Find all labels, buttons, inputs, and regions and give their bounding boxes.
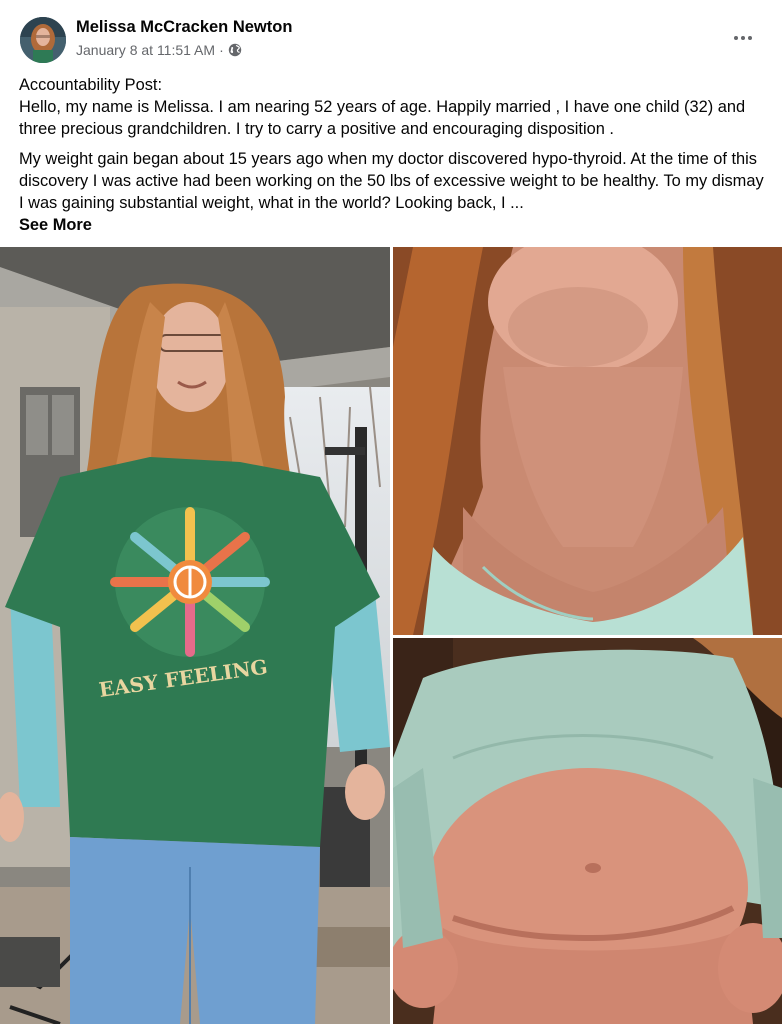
facebook-post: Melissa McCracken Newton January 8 at 11… <box>0 0 782 1024</box>
photo-standing-portrait[interactable]: EASY FEELING <box>0 247 390 1024</box>
post-text: Accountability Post: Hello, my name is M… <box>19 74 767 236</box>
post-text-paragraph-1: Hello, my name is Melissa. I am nearing … <box>19 98 746 138</box>
photo-belly[interactable] <box>393 638 782 1024</box>
more-options-button[interactable] <box>726 24 760 52</box>
photo-grid: EASY FEELING <box>0 247 782 1024</box>
post-text-heading: Accountability Post: <box>19 76 163 94</box>
author-name[interactable]: Melissa McCracken Newton <box>76 18 292 37</box>
post-text-paragraph-2: My weight gain began about 15 years ago … <box>19 150 764 212</box>
see-more-link[interactable]: See More <box>19 214 767 236</box>
globe-icon[interactable] <box>228 43 242 57</box>
post-header: Melissa McCracken Newton January 8 at 11… <box>0 0 782 72</box>
author-avatar[interactable] <box>20 17 66 63</box>
post-timestamp[interactable]: January 8 at 11:51 AM <box>76 42 215 58</box>
meta-separator: · <box>219 42 224 58</box>
post-meta: January 8 at 11:51 AM · <box>76 42 242 58</box>
more-options-icon <box>734 36 752 40</box>
photo-neck-closeup[interactable] <box>393 247 782 635</box>
